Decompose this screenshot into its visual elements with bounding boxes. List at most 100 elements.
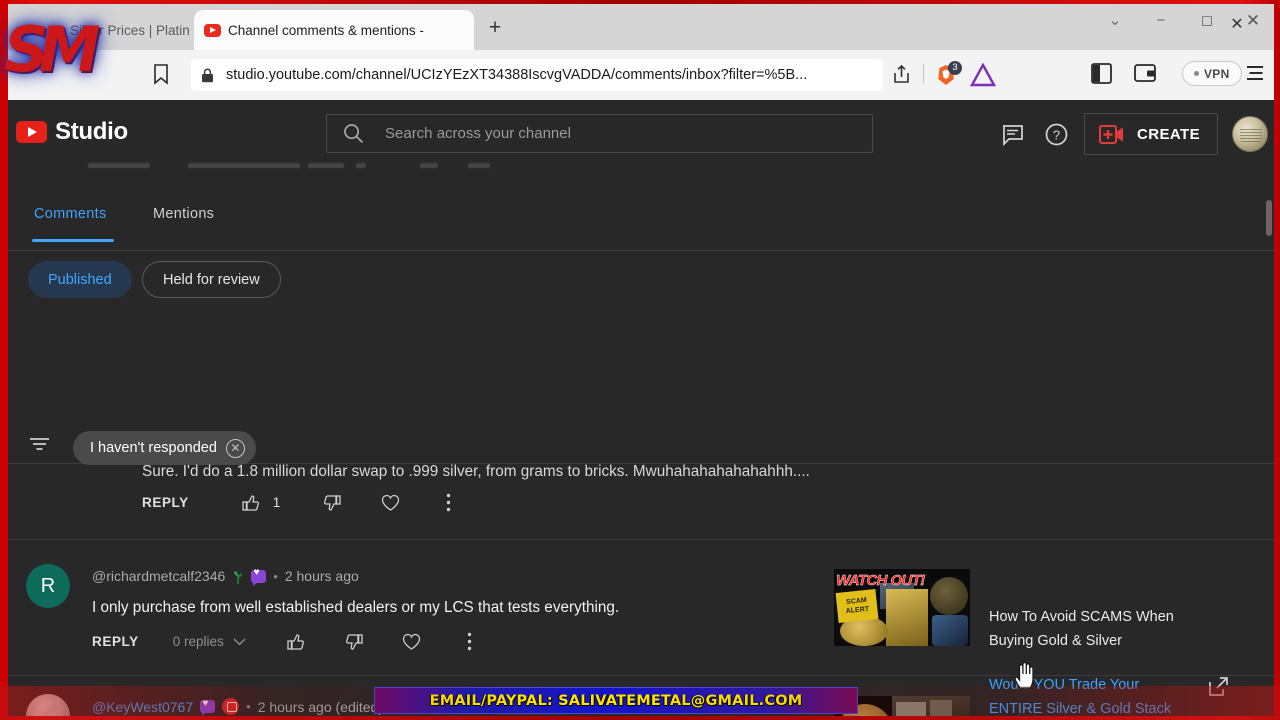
feedback-icon[interactable] — [990, 112, 1034, 156]
lock-icon — [202, 68, 213, 82]
meta-separator: • — [273, 568, 278, 584]
cutoff-nav-row — [8, 161, 1274, 175]
chevron-down-icon — [233, 638, 246, 645]
status-chips: Published Held for review — [8, 253, 1274, 308]
browser-toolbar: studio.youtube.com/channel/UCIzYEzXT3438… — [8, 50, 1274, 100]
svg-text:?: ? — [1052, 127, 1059, 142]
comment-author[interactable]: @richardmetcalf2346 — [92, 568, 225, 584]
scrollbar-track[interactable] — [1264, 100, 1274, 716]
youtube-icon — [204, 23, 221, 37]
email-paypal-banner: EMAIL/PAYPAL: SALIVATEMETAL@GMAIL.COM — [374, 687, 858, 714]
filter-icon[interactable] — [29, 436, 50, 452]
address-bar[interactable]: studio.youtube.com/channel/UCIzYEzXT3438… — [191, 59, 883, 91]
vpn-status-dot — [1194, 71, 1199, 76]
like-count: 1 — [272, 495, 281, 510]
chip-published[interactable]: Published — [28, 261, 132, 298]
member-heart-badge-icon — [251, 567, 267, 586]
heart-icon[interactable] — [392, 633, 432, 651]
create-button-label: CREATE — [1137, 125, 1200, 143]
avatar[interactable] — [26, 694, 70, 716]
comment-timestamp: 2 hours ago (edited) — [257, 698, 383, 715]
thumbnail-art: SCAM ALERT WATCH OUT! — [834, 569, 970, 646]
green-sprout-badge-icon — [234, 570, 243, 584]
more-vertical-icon[interactable] — [450, 632, 490, 651]
url-text: studio.youtube.com/channel/UCIzYEzXT3438… — [226, 67, 808, 83]
tab-active-indicator — [32, 239, 114, 242]
video-thumbnail[interactable]: SCAM ALERT WATCH OUT! — [834, 569, 970, 646]
minimize-icon[interactable]: − — [1150, 10, 1172, 32]
bookmark-icon[interactable] — [153, 64, 169, 85]
avatar[interactable] — [1232, 116, 1268, 152]
close-circle-icon[interactable]: ✕ — [225, 438, 245, 458]
browser-tab-strip: Silver Prices | Platin Channel comments … — [8, 4, 1274, 50]
open-in-new-icon[interactable] — [1208, 676, 1229, 697]
replies-count-label: 0 replies — [172, 634, 224, 649]
comment-author[interactable]: @KeyWest0767 — [92, 699, 193, 715]
heart-icon[interactable] — [370, 494, 410, 512]
sidebar-panel-icon[interactable] — [1091, 63, 1112, 84]
thumb-watch-out-label: WATCH OUT! — [836, 572, 926, 589]
browser-tab-active[interactable]: Channel comments & mentions - — [194, 10, 474, 50]
search-placeholder: Search across your channel — [385, 125, 571, 142]
studio-header: Studio Search across your channel ? CREA… — [8, 100, 1274, 161]
comment-actions: REPLY 1 — [142, 493, 468, 512]
window-close-icon[interactable]: ✕ — [1242, 10, 1264, 32]
reply-button[interactable]: REPLY — [142, 495, 189, 510]
search-input[interactable]: Search across your channel — [326, 114, 873, 153]
comment-list: Sure. I'd do a 1.8 million dollar swap t… — [8, 463, 1274, 716]
search-icon — [344, 124, 364, 144]
tab-title: Channel comments & mentions - — [228, 22, 424, 38]
video-title-line[interactable]: Buying Gold & Silver — [989, 629, 1122, 653]
thumb-shape — [886, 589, 928, 646]
wallet-icon[interactable] — [1134, 63, 1156, 83]
avatar-initial: R — [40, 574, 56, 597]
member-heart-badge-icon — [200, 698, 216, 716]
shields-count-badge: 3 — [948, 61, 962, 75]
thumb-scam-alert-label: SCAM ALERT — [835, 588, 879, 624]
table-row[interactable]: Sure. I'd do a 1.8 million dollar swap t… — [8, 463, 1274, 540]
thumb-shape — [896, 702, 926, 716]
thumbs-up-icon[interactable] — [276, 633, 316, 651]
share-icon[interactable] — [892, 64, 911, 84]
red-lock-badge-icon — [222, 698, 240, 715]
comment-meta: @richardmetcalf2346 • 2 hours ago — [92, 567, 359, 586]
studio-tabs: Comments Mentions — [8, 194, 1274, 251]
hamburger-menu-icon[interactable] — [1246, 63, 1264, 83]
reply-button[interactable]: REPLY — [92, 634, 139, 649]
studio-logo[interactable]: Studio — [16, 118, 128, 146]
table-row[interactable]: R @richardmetcalf2346 • 2 hours ago I on… — [8, 540, 1274, 676]
help-question-icon[interactable]: ? — [1034, 112, 1078, 156]
channel-watermark-logo: SM — [4, 13, 100, 86]
browser-window: Silver Prices | Platin Channel comments … — [8, 4, 1274, 716]
filter-chip-label: I haven't responded — [90, 440, 217, 456]
new-tab-button[interactable]: + — [485, 17, 505, 38]
filter-bar: I haven't responded ✕ — [8, 409, 1274, 465]
video-title-line[interactable]: How To Avoid SCAMS When — [989, 605, 1174, 629]
thumbs-down-icon[interactable] — [334, 633, 374, 651]
tab-mentions[interactable]: Mentions — [153, 202, 214, 248]
chevron-down-icon[interactable]: ⌄ — [1104, 10, 1126, 32]
triangle-icon[interactable] — [970, 63, 996, 87]
more-vertical-icon[interactable] — [428, 493, 468, 512]
create-video-icon — [1099, 124, 1124, 144]
thumb-shape — [930, 700, 952, 716]
thumbs-up-icon[interactable] — [231, 494, 271, 512]
vpn-label: VPN — [1204, 66, 1230, 81]
youtube-studio-page: Studio Search across your channel ? CREA… — [8, 100, 1274, 716]
meta-separator: • — [246, 699, 251, 714]
create-button[interactable]: CREATE — [1084, 113, 1218, 155]
vpn-button[interactable]: VPN — [1182, 61, 1242, 86]
mouse-cursor-hand — [1014, 661, 1034, 689]
avatar[interactable]: R — [26, 564, 70, 608]
studio-header-actions: ? CREATE — [990, 112, 1268, 156]
video-title-line[interactable]: ENTIRE Silver & Gold Stack — [989, 697, 1171, 716]
replies-toggle[interactable]: 0 replies — [173, 634, 246, 649]
banner-text: EMAIL/PAYPAL: SALIVATEMETAL@GMAIL.COM — [429, 692, 803, 709]
maximize-icon[interactable]: ◻ — [1196, 10, 1218, 32]
scrollbar-thumb[interactable] — [1266, 200, 1272, 236]
thumbs-down-icon[interactable] — [312, 494, 352, 512]
comment-text: I only purchase from well established de… — [92, 599, 620, 616]
comment-text: Sure. I'd do a 1.8 million dollar swap t… — [142, 463, 810, 480]
chip-held-for-review[interactable]: Held for review — [142, 261, 281, 298]
window-controls: ⌄ − ◻ ✕ — [1104, 10, 1264, 32]
